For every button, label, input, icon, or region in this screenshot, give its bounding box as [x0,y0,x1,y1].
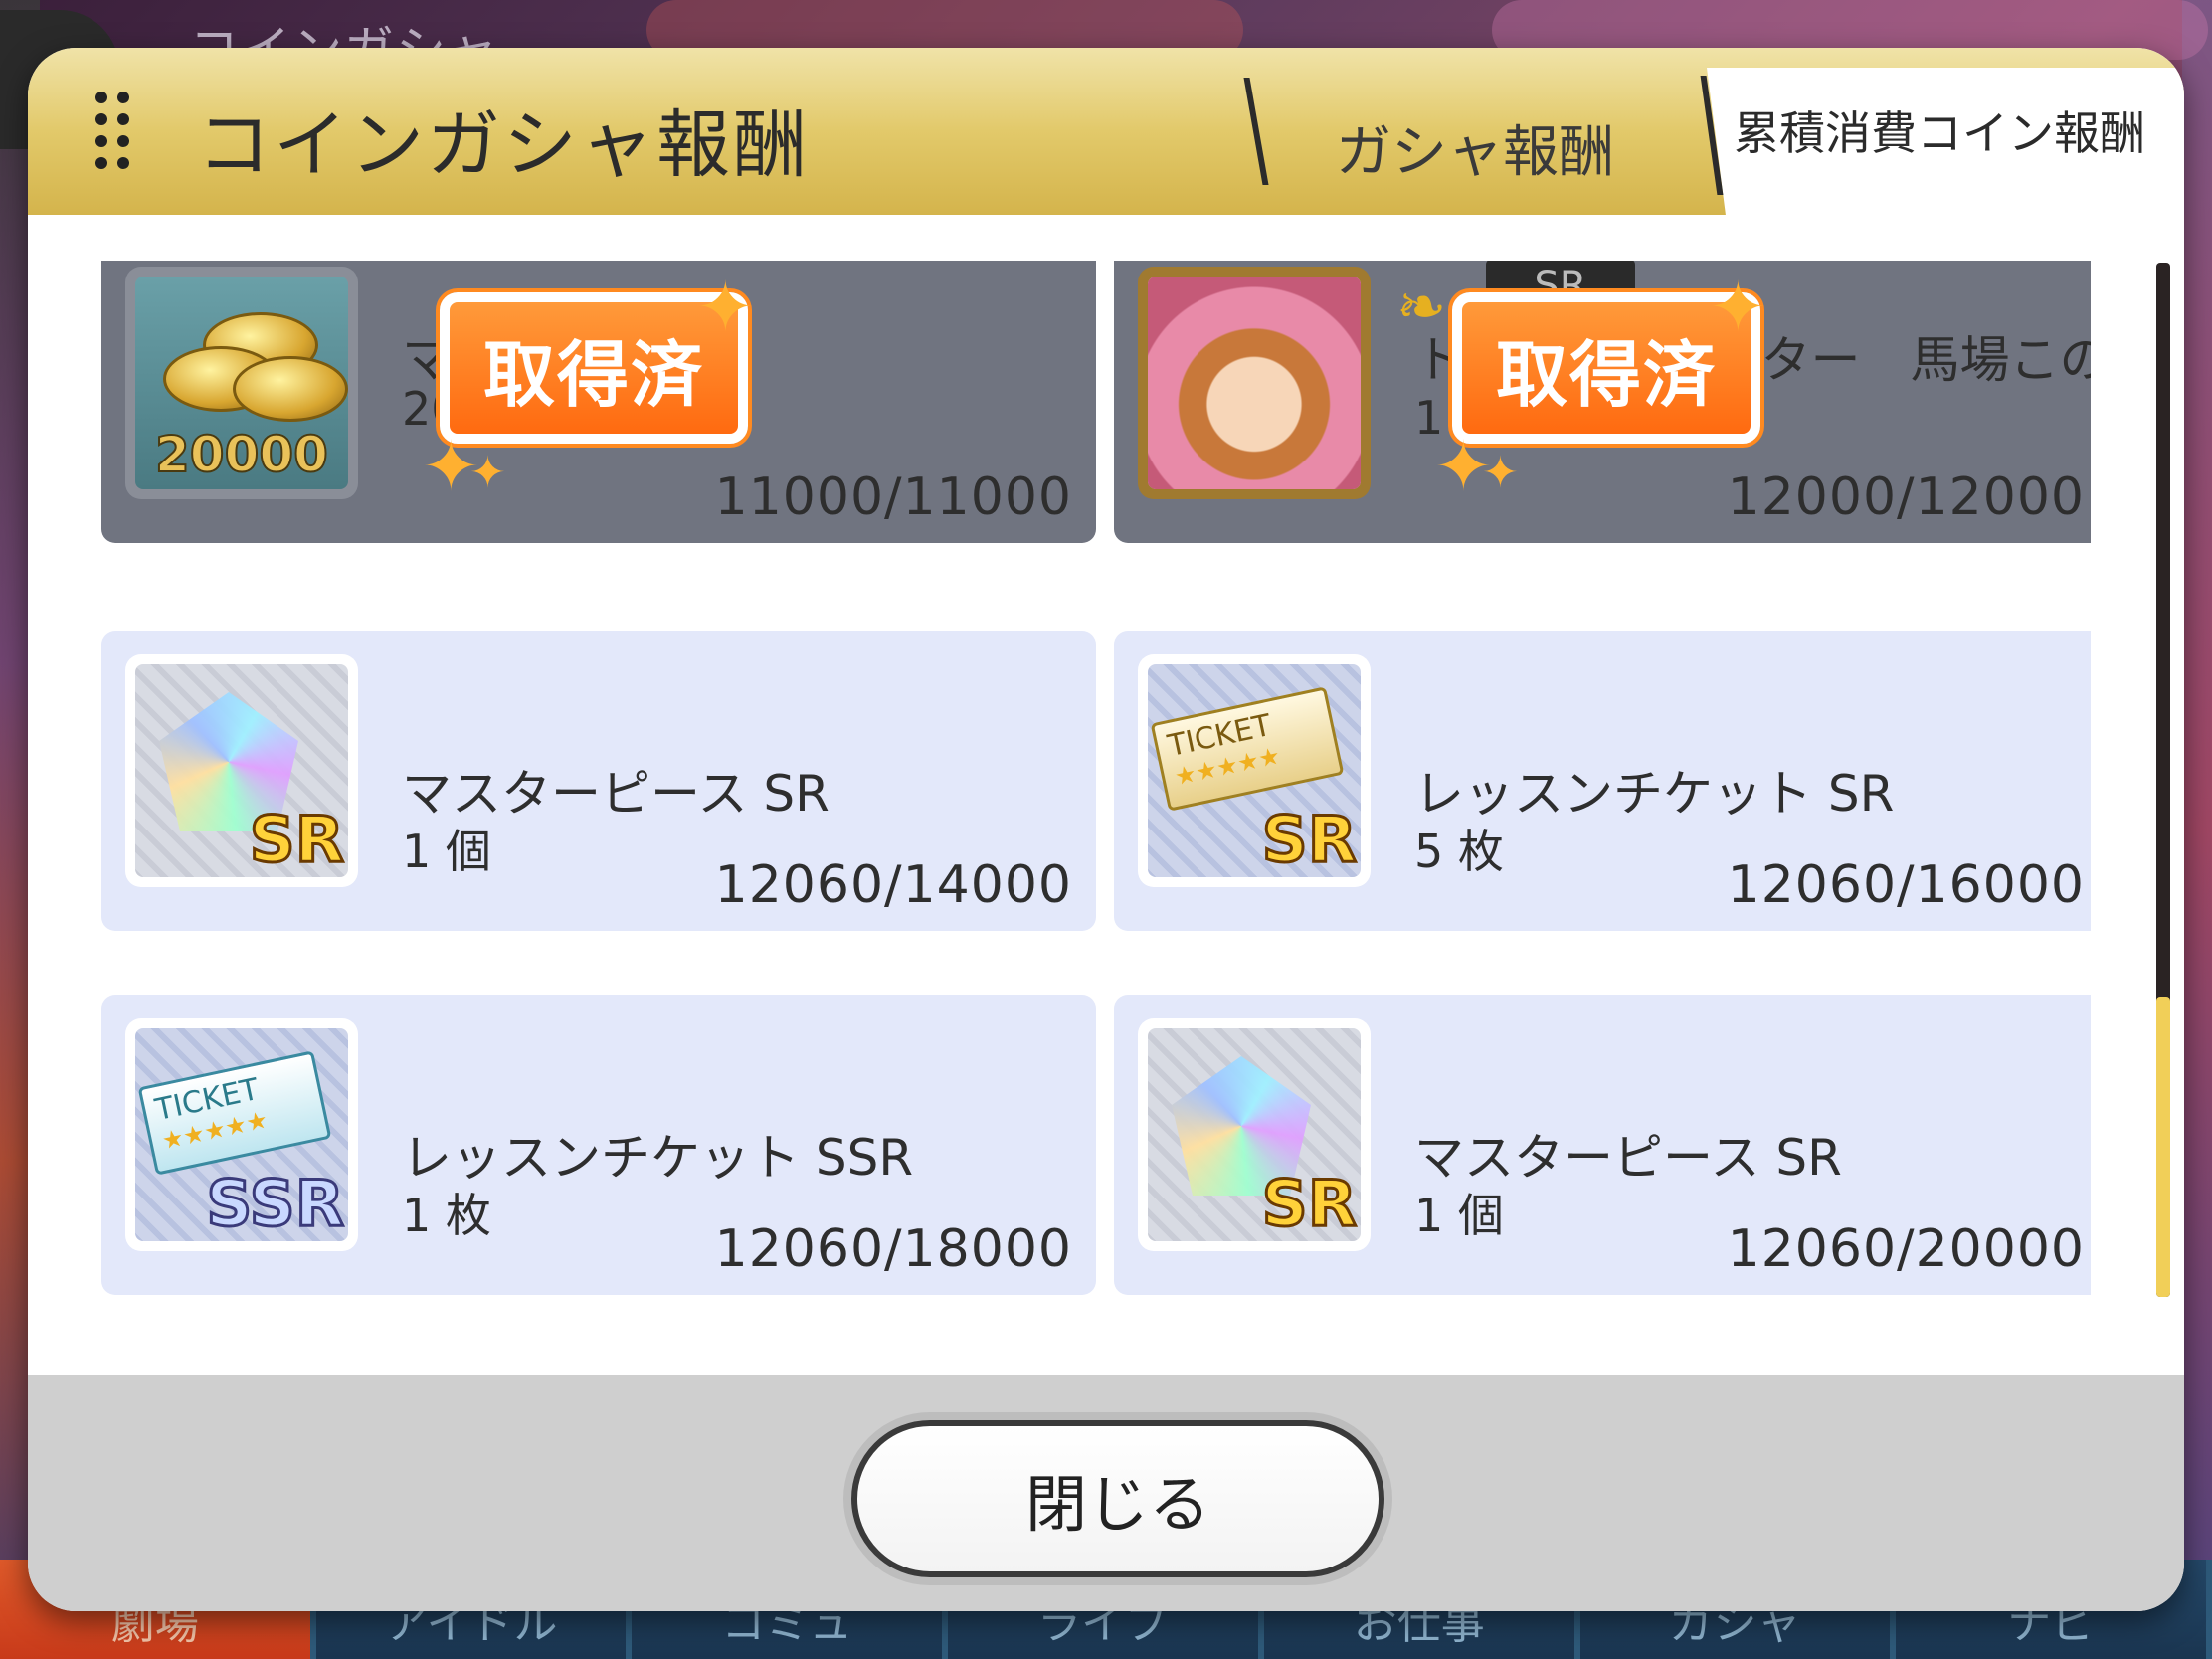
sparkle-icon: ✦ [1709,267,1767,348]
reward-progress: 12000/12000 [1727,467,2085,527]
rarity-label: SR [1260,803,1358,878]
lesson-ticket-icon: TICKET ★★★★★ SR [1148,664,1361,877]
reward-dialog: コインガシャ報酬 ガシャ報酬 累積消費コイン報酬 20000 マニー 20000… [28,48,2184,1611]
grip-dots-icon [95,92,139,179]
sparkle-icon: ✦ [1482,448,1519,498]
idol-card-portrait-icon [1148,276,1361,489]
masterpiece-gem-icon: SR [1148,1028,1361,1241]
reward-progress: 12060/18000 [714,1219,1072,1279]
reward-quantity: 1 個 [402,825,491,878]
reward-thumbnail [1138,267,1371,499]
scrollbar-thumb[interactable] [2156,997,2170,1297]
tab-gacha-reward[interactable]: ガシャ報酬 [1251,88,1699,207]
sparkle-icon: ✦ [469,448,506,498]
reward-quantity: 5 枚 [1414,825,1504,878]
rarity-label: SSR [205,1167,346,1242]
rarity-label: SR [1260,1167,1358,1242]
money-coins-icon: 20000 [135,276,348,489]
reward-thumbnail: SR [1138,1018,1371,1251]
reward-card[interactable]: SR マスターピース SR 1 個 12060/20000 [1114,995,2091,1295]
money-amount-label: 20000 [154,425,329,484]
reward-card[interactable]: TICKET ★★★★★ SR レッスンチケット SR 5 枚 12060/16… [1114,631,2091,931]
reward-thumbnail: SR [125,654,358,887]
lesson-ticket-icon: TICKET ★★★★★ SSR [135,1028,348,1241]
reward-card[interactable]: ❧ SR トゥインクルスター 馬場このみ 1 枚 12000/12000 取得済… [1114,261,2091,543]
reward-quantity: 1 個 [1414,1189,1504,1242]
masterpiece-gem-icon: SR [135,664,348,877]
reward-quantity: 1 枚 [402,1189,491,1242]
dialog-title: コインガシャ報酬 [197,102,810,188]
rarity-label: SR [248,803,345,878]
sparkle-icon: ✦ [696,267,755,348]
reward-progress: 12060/20000 [1727,1219,2085,1279]
reward-thumbnail: TICKET ★★★★★ SSR [125,1018,358,1251]
reward-progress: 12060/14000 [714,855,1072,915]
tab-cumulative-coin-reward-label[interactable]: 累積消費コイン報酬 [1734,97,2145,163]
reward-list[interactable]: 20000 マニー 20000 11000/11000 取得済 ✦ ✦ ✦ ❧ … [101,261,2091,1349]
reward-card[interactable]: SR マスターピース SR 1 個 12060/14000 [101,631,1096,931]
reward-thumbnail: 20000 [125,267,358,499]
close-button[interactable]: 閉じる [851,1420,1384,1577]
reward-card[interactable]: 20000 マニー 20000 11000/11000 取得済 ✦ ✦ ✦ [101,261,1096,543]
reward-progress: 12060/16000 [1727,855,2085,915]
reward-card[interactable]: TICKET ★★★★★ SSR レッスンチケット SSR 1 枚 12060/… [101,995,1096,1295]
background-right [2182,0,2212,1659]
reward-progress: 11000/11000 [714,467,1072,527]
reward-thumbnail: TICKET ★★★★★ SR [1138,654,1371,887]
